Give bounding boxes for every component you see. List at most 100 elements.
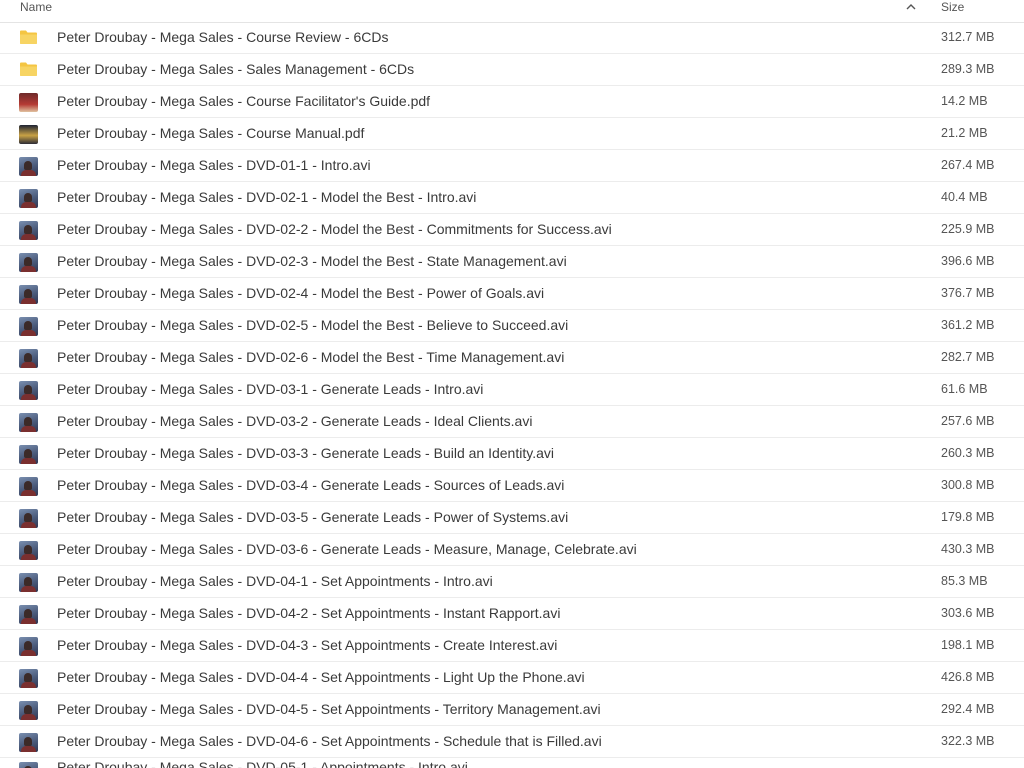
video-thumbnail-icon <box>19 381 38 400</box>
file-size: 282.7 MB <box>941 350 995 364</box>
file-row[interactable]: Peter Droubay - Mega Sales - DVD-03-6 - … <box>0 534 1024 566</box>
video-thumbnail-icon <box>19 317 38 336</box>
file-row[interactable]: Peter Droubay - Mega Sales - DVD-01-1 - … <box>0 150 1024 182</box>
file-name: Peter Droubay - Mega Sales - DVD-04-6 - … <box>57 733 602 749</box>
folder-icon <box>19 29 38 46</box>
file-name: Peter Droubay - Mega Sales - DVD-02-2 - … <box>57 221 612 237</box>
file-list: Peter Droubay - Mega Sales - Course Revi… <box>0 22 1024 758</box>
file-size: 396.6 MB <box>941 254 995 268</box>
file-name: Peter Droubay - Mega Sales - DVD-02-6 - … <box>57 349 565 365</box>
file-name: Peter Droubay - Mega Sales - DVD-02-1 - … <box>57 189 477 205</box>
file-size: 40.4 MB <box>941 190 988 204</box>
file-name: Peter Droubay - Mega Sales - DVD-01-1 - … <box>57 157 371 173</box>
file-name: Peter Droubay - Mega Sales - DVD-02-3 - … <box>57 253 567 269</box>
video-thumbnail-icon <box>19 477 38 496</box>
video-thumbnail-icon <box>19 605 38 624</box>
file-size: 361.2 MB <box>941 318 995 332</box>
video-thumbnail-icon <box>19 573 38 592</box>
file-size: 260.3 MB <box>941 446 995 460</box>
file-name: Peter Droubay - Mega Sales - DVD-02-4 - … <box>57 285 545 301</box>
file-row[interactable]: Peter Droubay - Mega Sales - DVD-04-2 - … <box>0 598 1024 630</box>
name-column-header[interactable]: Name <box>20 0 52 14</box>
file-row[interactable]: Peter Droubay - Mega Sales - DVD-04-5 - … <box>0 694 1024 726</box>
file-name: Peter Droubay - Mega Sales - DVD-05-1 - … <box>57 760 468 768</box>
video-thumbnail-icon <box>19 637 38 656</box>
file-row[interactable]: Peter Droubay - Mega Sales - DVD-02-5 - … <box>0 310 1024 342</box>
file-name: Peter Droubay - Mega Sales - DVD-03-1 - … <box>57 381 484 397</box>
pdf-thumbnail-icon <box>19 93 38 112</box>
video-thumbnail-icon <box>19 285 38 304</box>
file-name: Peter Droubay - Mega Sales - Course Faci… <box>57 93 431 109</box>
file-list-header: Name Size <box>0 0 1024 23</box>
file-name: Peter Droubay - Mega Sales - Course Revi… <box>57 29 389 45</box>
video-thumbnail-icon <box>19 157 38 176</box>
sort-ascending-icon[interactable] <box>905 1 917 13</box>
file-row[interactable]: Peter Droubay - Mega Sales - DVD-04-3 - … <box>0 630 1024 662</box>
file-row[interactable]: Peter Droubay - Mega Sales - Sales Manag… <box>0 54 1024 86</box>
video-thumbnail-icon <box>19 701 38 720</box>
file-row[interactable]: Peter Droubay - Mega Sales - DVD-03-5 - … <box>0 502 1024 534</box>
file-row[interactable]: Peter Droubay - Mega Sales - DVD-04-6 - … <box>0 726 1024 758</box>
file-name: Peter Droubay - Mega Sales - DVD-03-2 - … <box>57 413 533 429</box>
video-thumbnail-icon <box>19 221 38 240</box>
video-thumbnail-icon <box>19 349 38 368</box>
file-size: 267.4 MB <box>941 158 995 172</box>
file-size: 312.7 MB <box>941 30 995 44</box>
file-row[interactable]: Peter Droubay - Mega Sales - DVD-02-2 - … <box>0 214 1024 246</box>
video-thumbnail-icon <box>19 189 38 208</box>
video-thumbnail-icon <box>19 413 38 432</box>
video-thumbnail-icon <box>19 445 38 464</box>
file-size: 322.3 MB <box>941 734 995 748</box>
file-row[interactable]: Peter Droubay - Mega Sales - Course Faci… <box>0 86 1024 118</box>
video-thumbnail-icon <box>19 669 38 688</box>
file-row[interactable]: Peter Droubay - Mega Sales - DVD-03-4 - … <box>0 470 1024 502</box>
video-thumbnail-icon <box>19 253 38 272</box>
file-size: 376.7 MB <box>941 286 995 300</box>
file-name: Peter Droubay - Mega Sales - DVD-03-4 - … <box>57 477 565 493</box>
file-size: 300.8 MB <box>941 478 995 492</box>
file-name: Peter Droubay - Mega Sales - DVD-04-4 - … <box>57 669 585 685</box>
file-size: 303.6 MB <box>941 606 995 620</box>
file-row[interactable]: Peter Droubay - Mega Sales - DVD-03-3 - … <box>0 438 1024 470</box>
file-name: Peter Droubay - Mega Sales - DVD-03-3 - … <box>57 445 554 461</box>
file-name: Peter Droubay - Mega Sales - DVD-03-6 - … <box>57 541 637 557</box>
size-column-header[interactable]: Size <box>941 0 964 14</box>
file-size: 292.4 MB <box>941 702 995 716</box>
file-row[interactable]: Peter Droubay - Mega Sales - DVD-03-1 - … <box>0 374 1024 406</box>
file-row[interactable]: Peter Droubay - Mega Sales - DVD-03-2 - … <box>0 406 1024 438</box>
video-thumbnail-icon <box>19 509 38 528</box>
file-name: Peter Droubay - Mega Sales - DVD-04-1 - … <box>57 573 493 589</box>
file-name: Peter Droubay - Mega Sales - Course Manu… <box>57 125 365 141</box>
file-name: Peter Droubay - Mega Sales - DVD-04-2 - … <box>57 605 561 621</box>
pdf-thumbnail-icon <box>19 125 38 144</box>
file-row[interactable]: Peter Droubay - Mega Sales - DVD-02-3 - … <box>0 246 1024 278</box>
video-thumbnail-icon <box>19 541 38 560</box>
file-size: 85.3 MB <box>941 574 988 588</box>
video-thumbnail-icon <box>19 733 38 752</box>
file-size: 426.8 MB <box>941 670 995 684</box>
file-row[interactable]: Peter Droubay - Mega Sales - DVD-02-4 - … <box>0 278 1024 310</box>
file-row[interactable]: Peter Droubay - Mega Sales - DVD-04-4 - … <box>0 662 1024 694</box>
file-size: 289.3 MB <box>941 62 995 76</box>
file-row[interactable]: Peter Droubay - Mega Sales - DVD-02-6 - … <box>0 342 1024 374</box>
file-size: 430.3 MB <box>941 542 995 556</box>
file-name: Peter Droubay - Mega Sales - DVD-03-5 - … <box>57 509 569 525</box>
file-row[interactable]: Peter Droubay - Mega Sales - DVD-02-1 - … <box>0 182 1024 214</box>
file-size: 198.1 MB <box>941 638 995 652</box>
file-size: 225.9 MB <box>941 222 995 236</box>
file-size: 179.8 MB <box>941 510 995 524</box>
file-size: 61.6 MB <box>941 382 988 396</box>
file-name: Peter Droubay - Mega Sales - DVD-04-5 - … <box>57 701 601 717</box>
file-row[interactable]: Peter Droubay - Mega Sales - Course Manu… <box>0 118 1024 150</box>
partial-file-row[interactable]: Peter Droubay - Mega Sales - DVD-05-1 - … <box>0 760 1024 768</box>
folder-icon <box>19 61 38 78</box>
file-size: 257.6 MB <box>941 414 995 428</box>
file-name: Peter Droubay - Mega Sales - DVD-04-3 - … <box>57 637 558 653</box>
video-thumbnail-icon <box>19 762 38 768</box>
file-size: 21.2 MB <box>941 126 988 140</box>
file-name: Peter Droubay - Mega Sales - DVD-02-5 - … <box>57 317 569 333</box>
file-row[interactable]: Peter Droubay - Mega Sales - DVD-04-1 - … <box>0 566 1024 598</box>
file-row[interactable]: Peter Droubay - Mega Sales - Course Revi… <box>0 22 1024 54</box>
file-name: Peter Droubay - Mega Sales - Sales Manag… <box>57 61 415 77</box>
file-size: 14.2 MB <box>941 94 988 108</box>
